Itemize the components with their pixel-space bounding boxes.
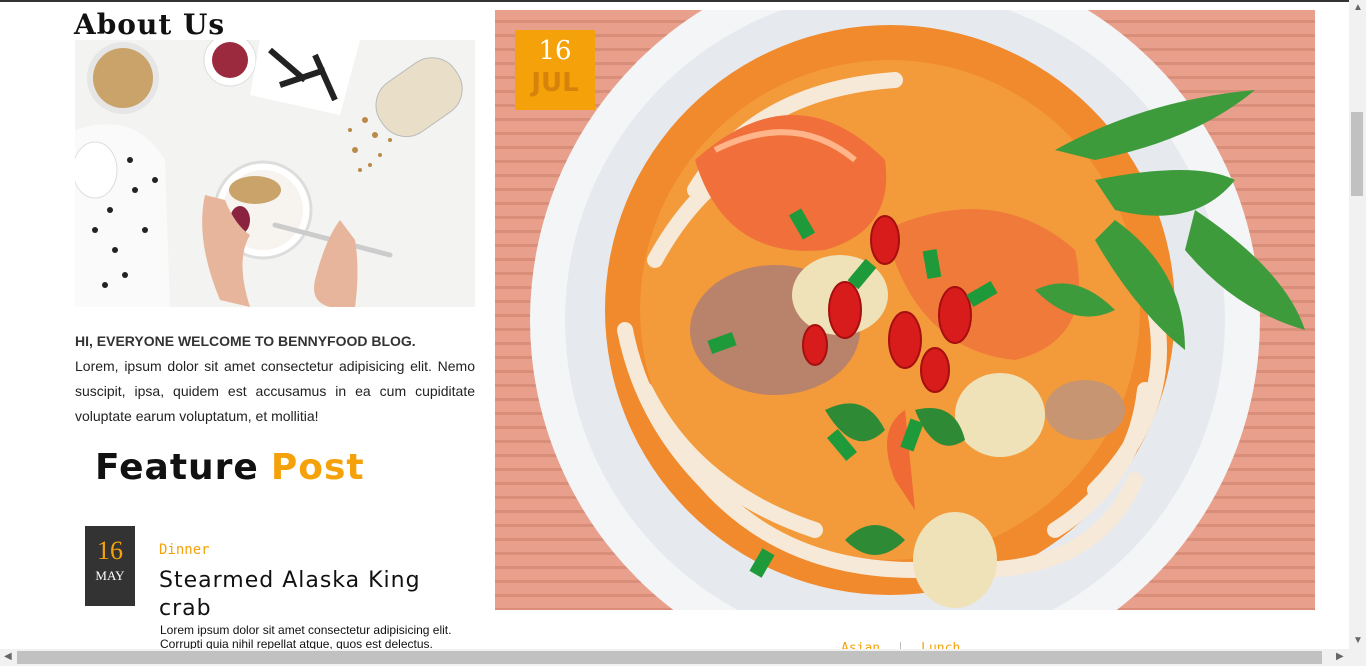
hero-date-badge: 16 JUL [515,30,595,110]
post-category-link[interactable]: Dinner [159,542,210,558]
scroll-left-arrow-icon[interactable]: ◀ [4,652,12,662]
feature-word: Feature [95,447,259,488]
top-border [0,0,1366,2]
horizontal-scrollbar[interactable]: ◀ ▶ [0,649,1366,666]
vertical-scrollbar[interactable]: ▲ ▼ [1349,0,1366,649]
post-excerpt: Lorem ipsum dolor sit amet consectetur a… [160,623,452,651]
scroll-up-arrow-icon[interactable]: ▲ [1353,3,1363,13]
scroll-right-arrow-icon[interactable]: ▶ [1336,652,1344,662]
about-title: About Us [74,8,226,41]
feature-post-heading: Feature Post [95,447,365,488]
post-date-badge: 16 MAY [85,526,135,606]
intro-heading: HI, EVERYONE WELCOME TO BENNYFOOD BLOG. [75,333,416,349]
scroll-down-arrow-icon[interactable]: ▼ [1353,636,1363,646]
post-date-day: 16 [97,536,123,565]
post-date-month: MAY [95,568,125,583]
about-image [75,40,475,307]
intro-text: Lorem, ipsum dolor sit amet consectetur … [75,358,475,424]
hero-date-day: 16 [538,36,572,66]
hero-date-month: JUL [531,68,579,98]
post-word: Post [270,447,365,488]
vertical-scroll-thumb[interactable] [1351,112,1363,196]
post-title-link[interactable]: Stearmed Alaska King crab [159,567,459,623]
horizontal-scroll-thumb[interactable] [17,651,1322,664]
hero-image[interactable]: 16 JUL [495,10,1315,610]
